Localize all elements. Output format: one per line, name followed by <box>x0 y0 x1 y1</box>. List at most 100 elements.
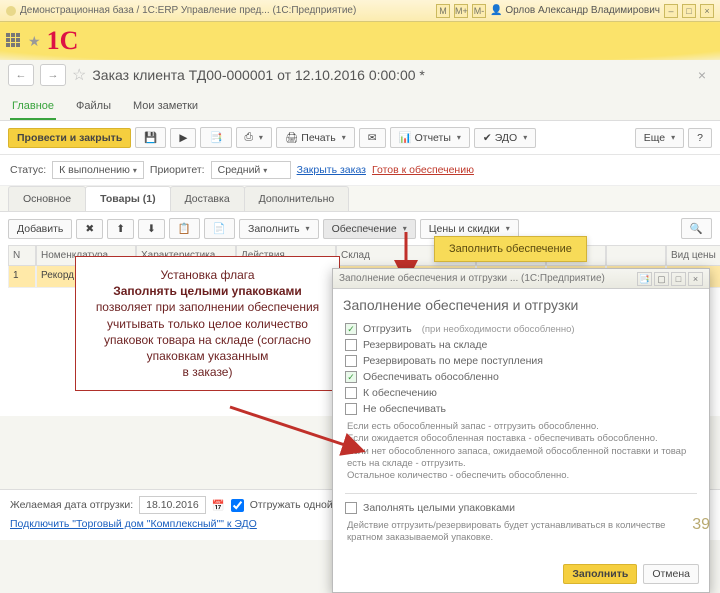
date-input[interactable]: 18.10.2016 <box>139 496 206 514</box>
one-date-check[interactable] <box>231 499 244 512</box>
down-icon[interactable]: ⬇ <box>138 219 165 239</box>
tab-notes[interactable]: Мои заметки <box>131 94 200 120</box>
dialog-option[interactable]: Резервировать по мере поступления <box>345 353 697 369</box>
mail-icon[interactable]: ✉ <box>359 128 386 148</box>
option-checkbox[interactable] <box>345 387 357 399</box>
dlg-max-icon[interactable]: □ <box>671 272 686 286</box>
fav-star-icon[interactable]: ★ <box>28 33 41 50</box>
edo-button[interactable]: ✔ ЭДО <box>474 128 536 148</box>
dialog-option[interactable]: ✓ Обеспечивать обособленно <box>345 369 697 385</box>
pack-checkbox[interactable] <box>345 502 357 514</box>
window-titlebar: Демонстрационная база / 1С:ERP Управлени… <box>0 0 720 22</box>
mem-mplus[interactable]: M+ <box>454 4 468 18</box>
nav-fwd-icon[interactable]: → <box>40 64 66 86</box>
col-8[interactable] <box>606 245 666 266</box>
delete-icon[interactable]: ✖ <box>76 219 103 239</box>
priority-label: Приоритет: <box>150 164 205 176</box>
reports-label: Отчеты <box>415 132 451 144</box>
status-label: Статус: <box>10 164 46 176</box>
status-select[interactable]: К выполнению <box>52 161 144 179</box>
post-close-button[interactable]: Провести и закрыть <box>8 128 131 148</box>
up-icon[interactable]: ⬆ <box>107 219 134 239</box>
supply-dialog: Заполнение обеспечения и отгрузки ... (1… <box>332 268 710 593</box>
help-icon[interactable]: ? <box>688 128 712 148</box>
tab2-main[interactable]: Основное <box>8 186 86 211</box>
dialog-titlebar: Заполнение обеспечения и отгрузки ... (1… <box>333 269 709 289</box>
dialog-bar-title: Заполнение обеспечения и отгрузки ... (1… <box>339 273 635 284</box>
dialog-cancel-button[interactable]: Отмена <box>643 564 699 584</box>
save-icon[interactable]: 💾 <box>135 127 166 148</box>
add-button[interactable]: Добавить <box>8 219 72 239</box>
doc-tabs: Главное Файлы Мои заметки <box>0 90 720 121</box>
option-checkbox[interactable]: ✓ <box>345 323 357 335</box>
dlg-tool-icon[interactable]: 📑 <box>637 272 652 286</box>
callout-box: Установка флага Заполнять целыми упаковк… <box>75 256 340 391</box>
nav-back-icon[interactable]: ← <box>8 64 34 86</box>
dialog-fill-button[interactable]: Заполнить <box>563 564 637 584</box>
main-toolbar: Провести и закрыть 💾 ▶ 📑 ⎙ 🖨 Печать ✉ 📊 … <box>0 121 720 155</box>
max-btn[interactable]: □ <box>682 4 696 18</box>
option-label: К обеспечению <box>363 387 437 399</box>
mem-m[interactable]: M <box>436 4 450 18</box>
option-label: Не обеспечивать <box>363 403 446 415</box>
tab2-goods[interactable]: Товары (1) <box>85 186 170 211</box>
user-name[interactable]: 👤 Орлов Александр Владимирович <box>490 5 660 16</box>
dialog-option[interactable]: ✓Отгрузить(при необходимости обособленно… <box>345 321 697 337</box>
col-n[interactable]: N <box>8 245 36 266</box>
pack-label: Заполнять целыми упаковками <box>363 502 515 514</box>
tab-main[interactable]: Главное <box>10 94 56 120</box>
option-checkbox[interactable] <box>345 355 357 367</box>
fill-button[interactable]: Заполнить <box>239 219 319 239</box>
paste-row-icon[interactable]: 📄 <box>204 218 235 239</box>
tab-files[interactable]: Файлы <box>74 94 113 120</box>
calendar-icon[interactable]: 📅 <box>212 499 225 512</box>
callout-l1: Установка флага <box>84 267 331 283</box>
page-number: 39 <box>692 516 710 534</box>
option-checkbox[interactable] <box>345 339 357 351</box>
user-label: Орлов Александр Владимирович <box>505 5 660 16</box>
goods-toolbar: Добавить ✖ ⬆ ⬇ 📋 📄 Заполнить Обеспечение… <box>0 212 720 245</box>
dialog-option[interactable]: Не обеспечивать <box>345 401 697 417</box>
col-price[interactable]: Вид цены <box>666 245 720 266</box>
close-order-link[interactable]: Закрыть заказ <box>297 164 366 176</box>
min-btn[interactable]: – <box>664 4 678 18</box>
status-row: Статус: К выполнению Приоритет: Средний … <box>0 155 720 186</box>
post-icon[interactable]: ▶ <box>170 128 196 148</box>
doc-star-icon[interactable]: ☆ <box>72 65 86 85</box>
option-label: Обеспечивать обособленно <box>363 371 499 383</box>
priority-select[interactable]: Средний <box>211 161 291 179</box>
search-icon[interactable]: 🔍 <box>681 218 712 239</box>
window-title: Демонстрационная база / 1С:ERP Управлени… <box>20 5 432 16</box>
tab2-extra[interactable]: Дополнительно <box>244 186 350 211</box>
dlg-close-icon[interactable]: × <box>688 272 703 286</box>
copy-row-icon[interactable]: 📋 <box>169 218 200 239</box>
more-button[interactable]: Еще <box>635 128 684 148</box>
mem-mminus[interactable]: M- <box>472 4 486 18</box>
dialog-option[interactable]: Резервировать на складе <box>345 337 697 353</box>
callout-l3: позволяет при заполнении обеспечения учи… <box>84 299 331 364</box>
arrow-diag-icon <box>225 402 375 465</box>
option-checkbox[interactable]: ✓ <box>345 371 357 383</box>
dialog-info: Если есть обособленный запас - отгрузить… <box>345 417 697 487</box>
basis-button[interactable]: ⎙ <box>236 127 272 148</box>
copy-icon[interactable]: 📑 <box>200 127 231 148</box>
supply-dropdown-item[interactable]: Заполнить обеспечение <box>434 236 587 262</box>
cell-n[interactable]: 1 <box>8 266 36 288</box>
dialog-option[interactable]: К обеспечению <box>345 385 697 401</box>
doc-title: Заказ клиента ТД00-000001 от 12.10.2016 … <box>92 67 425 83</box>
edo-link[interactable]: Подключить "Торговый дом "Комплексный"" … <box>10 518 257 530</box>
option-note: (при необходимости обособленно) <box>422 324 575 335</box>
edo-label: ЭДО <box>495 132 517 144</box>
print-label: Печать <box>301 132 335 144</box>
close-btn[interactable]: × <box>700 4 714 18</box>
print-button[interactable]: 🖨 Печать <box>276 127 355 148</box>
app-bar: ★ 1C <box>0 22 720 60</box>
callout-l2: Заполнять целыми упаковками <box>84 283 331 299</box>
option-label: Резервировать по мере поступления <box>363 355 543 367</box>
doc-close-icon[interactable]: × <box>692 67 712 83</box>
ready-supply-link[interactable]: Готов к обеспечению <box>372 164 474 176</box>
tab2-delivery[interactable]: Доставка <box>170 186 245 211</box>
dlg-pin-icon[interactable]: ▢ <box>654 272 669 286</box>
reports-button[interactable]: 📊 Отчеты <box>390 127 470 148</box>
apps-icon[interactable] <box>6 33 22 49</box>
